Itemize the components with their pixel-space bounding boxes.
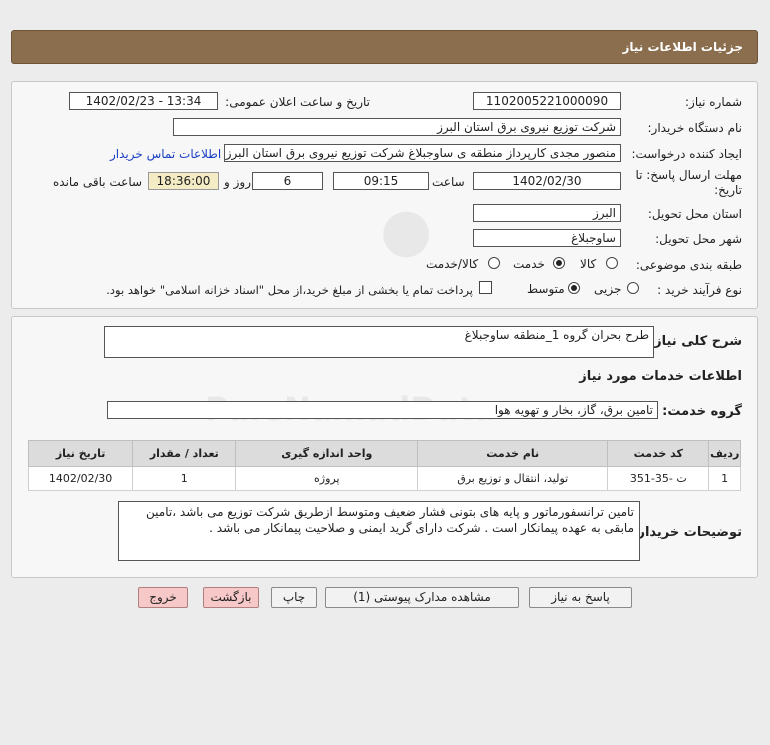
- requester-field: منصور مجدی کارپرداز منطقه ی ساوجبلاغ شرک…: [224, 144, 621, 162]
- services-section-title: اطلاعات خدمات مورد نیاز: [579, 369, 742, 384]
- category-option-goods: کالا: [580, 257, 597, 271]
- reply-button[interactable]: پاسخ به نیاز: [529, 587, 632, 608]
- table-cell: تولید، انتقال و توزیع برق: [417, 466, 609, 491]
- process-option-minor: جزیی: [594, 282, 622, 296]
- exit-button[interactable]: خروج: [138, 587, 188, 608]
- need-number-field: 1102005221000090: [473, 92, 621, 110]
- days-remaining-field: 6: [252, 172, 323, 190]
- category-radio-goods[interactable]: [606, 257, 618, 269]
- table-cell: 1: [132, 466, 237, 491]
- deadline-time-field: 09:15: [333, 172, 429, 190]
- column-header: ردیف: [708, 440, 741, 467]
- process-radio-medium[interactable]: [568, 282, 580, 294]
- buyer-notes-label: توضیحات خریدار:: [632, 525, 742, 540]
- requester-label: ایجاد کننده درخواست:: [631, 147, 742, 161]
- buyer-org-field: شرکت توزیع نیروی برق استان البرز: [173, 118, 621, 136]
- table-cell: 1: [708, 466, 741, 491]
- table-cell: ت -35-351: [607, 466, 710, 491]
- table-cell: 1402/02/30: [27, 466, 134, 491]
- deadline-label: مهلت ارسال پاسخ: تا: [635, 168, 742, 182]
- remaining-time-label: ساعت باقی مانده: [53, 175, 143, 189]
- column-header: تعداد / مقدار: [132, 440, 237, 467]
- need-info-panel: [11, 81, 758, 309]
- process-radio-minor[interactable]: [627, 282, 639, 294]
- buyer-notes-field: تامین ترانسفورماتور و پایه های بتونی فشا…: [118, 501, 640, 561]
- announce-date-field: 1402/02/23 - 13:34: [69, 92, 218, 110]
- category-radio-goods-service[interactable]: [488, 257, 500, 269]
- category-option-goods-service: کالا/خدمت: [426, 257, 479, 271]
- need-number-label: شماره نیاز:: [685, 95, 742, 109]
- category-label: طبقه بندی موضوعی:: [635, 258, 742, 272]
- column-header: واحد اندازه گیری: [235, 440, 419, 467]
- category-radio-service[interactable]: [553, 257, 565, 269]
- service-group-field: تامین برق، گاز، بخار و تهویه هوا: [107, 401, 658, 419]
- process-label: نوع فرآیند خرید :: [657, 283, 742, 297]
- table-header-row: ردیف کد خدمت نام خدمت واحد اندازه گیری ت…: [27, 440, 741, 467]
- treasury-payment-note: پرداخت تمام یا بخشی از مبلغ خرید،از محل …: [106, 283, 473, 297]
- column-header: کد خدمت: [607, 440, 710, 467]
- days-label: روز و: [224, 175, 251, 189]
- back-button[interactable]: بازگشت: [203, 587, 259, 608]
- print-button[interactable]: چاپ: [271, 587, 317, 608]
- summary-label: شرح کلی نیاز:: [648, 334, 742, 349]
- buyer-contact-link[interactable]: اطلاعات تماس خریدار: [110, 147, 221, 161]
- services-table: ردیف کد خدمت نام خدمت واحد اندازه گیری ت…: [27, 440, 741, 491]
- deadline-time-label: ساعت: [432, 175, 465, 189]
- page-header: جزئیات اطلاعات نیاز: [11, 30, 758, 64]
- deadline-label-date: تاریخ:: [714, 183, 742, 197]
- province-label: استان محل تحویل:: [647, 207, 742, 221]
- column-header: نام خدمت: [417, 440, 609, 467]
- announce-date-label: تاریخ و ساعت اعلان عمومی:: [225, 95, 370, 109]
- city-label: شهر محل تحویل:: [655, 232, 742, 246]
- process-option-medium: متوسط: [527, 282, 565, 296]
- table-row: 1 ت -35-351 تولید، انتقال و توزیع برق پر…: [27, 466, 741, 491]
- attachments-button[interactable]: مشاهده مدارک پیوستی (1): [325, 587, 519, 608]
- buyer-org-label: نام دستگاه خریدار:: [647, 121, 743, 135]
- remaining-time-field: 18:36:00: [148, 172, 219, 190]
- city-field: ساوجبلاغ: [473, 229, 621, 247]
- province-field: البرز: [473, 204, 621, 222]
- table-cell: پروژه: [235, 466, 419, 491]
- service-group-label: گروه خدمت:: [662, 404, 742, 419]
- category-option-service: خدمت: [513, 257, 545, 271]
- summary-field: طرح بحران گروه 1_منطقه ساوجبلاغ: [104, 326, 654, 358]
- column-header: تاریخ نیاز: [27, 440, 134, 467]
- page-title: جزئیات اطلاعات نیاز: [622, 40, 743, 54]
- treasury-payment-checkbox[interactable]: [479, 281, 492, 294]
- deadline-date-field: 1402/02/30: [473, 172, 621, 190]
